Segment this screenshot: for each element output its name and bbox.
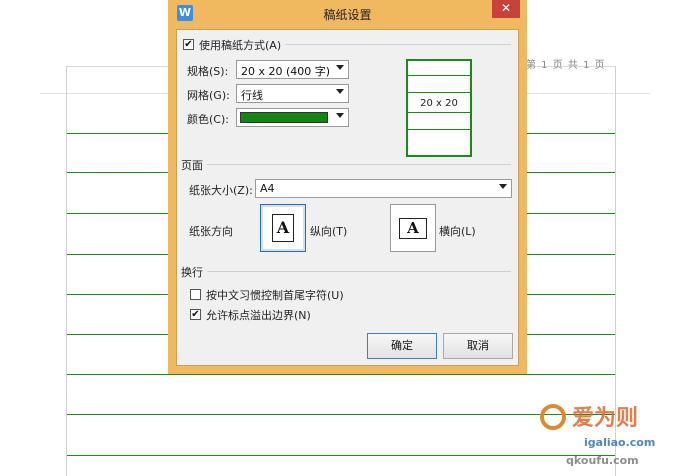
grid-line xyxy=(67,414,615,415)
grid-dropdown[interactable]: 行线 xyxy=(236,84,349,103)
close-icon: ✕ xyxy=(500,1,512,15)
chevron-down-icon xyxy=(336,89,344,94)
wrap-option2-checkbox[interactable]: ✔ xyxy=(190,309,201,320)
grid-value: 行线 xyxy=(241,89,263,102)
use-manuscript-checkbox[interactable]: ✔ xyxy=(183,39,194,50)
spec-dropdown[interactable]: 20 x 20 (400 字) xyxy=(236,60,349,79)
watermark-site: igaliao.com xyxy=(584,436,656,449)
separator xyxy=(285,44,511,45)
grid-preview: 20 x 20 xyxy=(406,59,472,157)
portrait-button[interactable]: A xyxy=(260,204,306,252)
page-counter: 第 1 页 共 1 页 xyxy=(526,60,606,71)
landscape-page-icon: A xyxy=(399,218,427,239)
grid-label: 网格(G): xyxy=(187,89,230,102)
manuscript-settings-dialog: W 稿纸设置 ✕ ✔ 使用稿纸方式(A) 规格(S): 20 x 20 (400… xyxy=(168,0,527,374)
preview-line xyxy=(408,129,470,130)
watermark-site-2: qkoufu.com xyxy=(566,454,639,467)
landscape-label[interactable]: 横向(L) xyxy=(439,223,476,239)
use-manuscript-label: 使用稿纸方式(A) xyxy=(199,39,282,52)
watermark-logo-icon xyxy=(540,404,566,430)
dialog-titlebar[interactable]: W 稿纸设置 ✕ xyxy=(168,0,527,26)
grid-line xyxy=(67,455,615,456)
portrait-label[interactable]: 纵向(T) xyxy=(310,223,347,239)
separator xyxy=(207,164,511,165)
wrap-option1-checkbox[interactable] xyxy=(190,289,201,300)
watermark: 爱为则 igaliao.com qkoufu.com xyxy=(536,396,686,474)
dialog-body: ✔ 使用稿纸方式(A) 规格(S): 20 x 20 (400 字) 网格(G)… xyxy=(176,29,519,366)
paper-size-value: A4 xyxy=(260,182,275,195)
spec-label: 规格(S): xyxy=(187,65,229,78)
spec-value: 20 x 20 (400 字) xyxy=(241,65,331,78)
color-dropdown[interactable] xyxy=(236,108,349,127)
landscape-button[interactable]: A xyxy=(390,204,436,252)
color-label: 颜色(C): xyxy=(187,113,229,126)
paper-size-dropdown[interactable]: A4 xyxy=(255,179,512,198)
watermark-title: 爱为则 xyxy=(572,406,639,431)
color-swatch xyxy=(240,112,328,123)
cancel-button[interactable]: 取消 xyxy=(443,333,513,359)
chevron-down-icon xyxy=(499,184,507,189)
preview-line xyxy=(408,112,470,113)
paper-size-label: 纸张大小(Z): xyxy=(189,184,253,197)
portrait-page-icon: A xyxy=(272,214,294,242)
separator xyxy=(207,271,511,272)
grid-line xyxy=(67,374,615,375)
chevron-down-icon xyxy=(336,65,344,70)
wrap-section-header: 换行 xyxy=(181,266,203,279)
preview-label: 20 x 20 xyxy=(420,98,458,109)
close-button[interactable]: ✕ xyxy=(492,0,520,18)
page-section-header: 页面 xyxy=(181,159,203,172)
chevron-down-icon xyxy=(336,113,344,118)
orientation-label: 纸张方向 xyxy=(189,225,233,238)
preview-line xyxy=(408,92,470,93)
dialog-title: 稿纸设置 xyxy=(323,8,372,22)
preview-line xyxy=(408,75,470,76)
wrap-option1-label: 按中文习惯控制首尾字符(U) xyxy=(206,289,344,302)
wrap-option2-label: 允许标点溢出边界(N) xyxy=(206,309,311,322)
ok-button[interactable]: 确定 xyxy=(367,333,437,359)
